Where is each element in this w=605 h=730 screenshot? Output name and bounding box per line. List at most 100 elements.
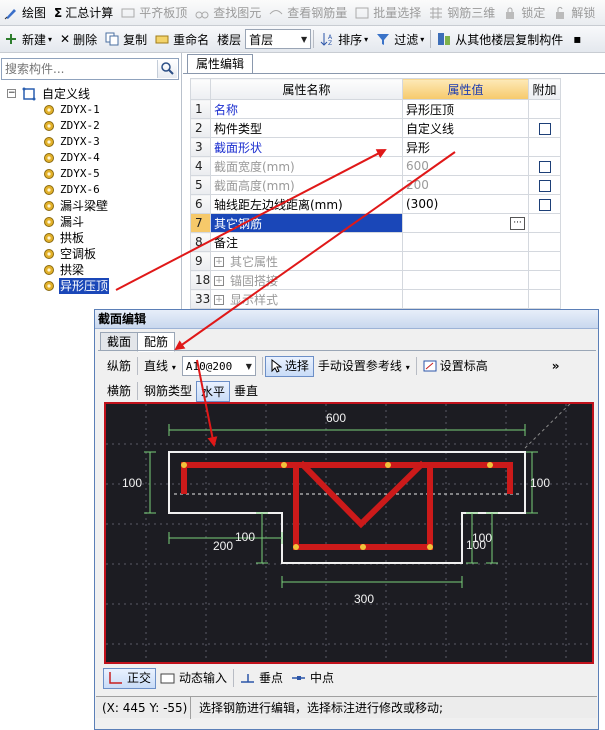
extra-checkbox[interactable] [538, 198, 551, 211]
section-canvas[interactable]: 600 100 100 300 200 100 100 100 [104, 402, 594, 664]
expand-icon[interactable]: + [214, 295, 224, 305]
property-value-cell[interactable]: 异形 [402, 137, 529, 157]
tree-item[interactable]: ZDYX-4 [0, 150, 180, 166]
status-message: 选择钢筋进行编辑，选择标注进行修改或移动; [199, 701, 444, 715]
tree-item[interactable]: 漏斗 [0, 214, 180, 230]
tab-reinforcement[interactable]: 配筋 [137, 332, 176, 352]
set-elevation-button[interactable]: 设置标高 [419, 356, 492, 377]
property-row[interactable]: 33 + 显示样式 [190, 289, 561, 309]
expand-icon[interactable]: + [214, 276, 224, 286]
find-element-button[interactable]: 查找图元 [191, 2, 265, 24]
ellipsis-button[interactable]: ··· [510, 217, 525, 230]
search-button[interactable] [157, 60, 177, 78]
manual-reference-button[interactable]: 手动设置参考线 ▾ [314, 356, 414, 377]
tree-item[interactable]: 拱板 [0, 230, 180, 246]
tab-section[interactable]: 截面 [100, 332, 139, 351]
tree-item[interactable]: ZDYX-6 [0, 182, 180, 198]
perpendicular-button[interactable]: 垂点 [236, 668, 287, 689]
property-value-cell[interactable]: 200 [402, 175, 529, 195]
property-row[interactable]: 5 截面高度(mm) 200 [190, 175, 561, 195]
property-row[interactable]: 1 名称 异形压顶 [190, 99, 561, 119]
row-number: 8 [190, 232, 211, 252]
tab-property-edit[interactable]: 属性编辑 [187, 54, 254, 74]
property-name: 构件类型 [214, 121, 263, 136]
dynamic-input-button[interactable]: 动态输入 [156, 668, 231, 689]
property-row[interactable]: 3 截面形状 异形 [190, 137, 561, 157]
ortho-icon [109, 672, 122, 684]
chevron-down-icon: ▼ [245, 361, 252, 371]
property-value-cell[interactable]: (300) [402, 194, 529, 214]
new-button[interactable]: 新建 ▾ [0, 28, 56, 50]
select-button[interactable]: 选择 [264, 355, 314, 377]
property-value-cell[interactable]: 600 [402, 156, 529, 176]
delete-button[interactable]: ✕ 删除 [56, 28, 101, 50]
sort-button[interactable]: AZ 排序 ▾ [316, 28, 372, 50]
floor-select[interactable]: 首层 ▼ [245, 29, 312, 49]
tree-item-label: ZDYX-2 [60, 119, 100, 132]
midpoint-button[interactable]: 中点 [287, 668, 338, 689]
property-row[interactable]: 2 构件类型 自定义线 [190, 118, 561, 138]
line-type-select[interactable]: 直线 ▾ [140, 356, 180, 377]
property-row[interactable]: 4 截面宽度(mm) 600 [190, 156, 561, 176]
batch-select-button[interactable]: 批量选择 [351, 2, 425, 24]
longitudinal-button[interactable]: 纵筋 [103, 356, 135, 377]
property-row[interactable]: 7 其它钢筋 ··· [190, 213, 561, 233]
expand-icon[interactable]: + [214, 257, 224, 267]
rebar-type-button[interactable]: 钢筋类型 [140, 381, 196, 402]
rebar-3d-button[interactable]: 钢筋三维 [425, 2, 499, 24]
draw-button[interactable]: 绘图 [0, 2, 50, 24]
sum-button[interactable]: Σ 汇总计算 [50, 2, 117, 24]
lock-button[interactable]: 锁定 [499, 2, 549, 24]
tree-item[interactable]: 空调板 [0, 246, 180, 262]
extra-checkbox[interactable] [538, 179, 551, 192]
row-number: 4 [190, 156, 211, 176]
unlock-button[interactable]: 解锁 [549, 2, 599, 24]
collapse-icon[interactable]: − [7, 89, 16, 98]
tree-item[interactable]: ZDYX-2 [0, 118, 180, 134]
tree-item[interactable]: 漏斗梁壁 [0, 198, 180, 214]
level-board-button[interactable]: 平齐板顶 [117, 2, 191, 24]
property-row[interactable]: 6 轴线距左边线距离(mm) (300) [190, 194, 561, 214]
tree-root[interactable]: − 自定义线 [0, 86, 180, 102]
tree-item[interactable]: ZDYX-5 [0, 166, 180, 182]
view-rebar-button[interactable]: 查看钢筋量 [265, 2, 351, 24]
vertical-button[interactable]: 垂直 [230, 381, 262, 402]
property-value-cell[interactable]: 异形压顶 [402, 99, 529, 119]
dim-step-left-label: 200 [213, 539, 233, 553]
property-row[interactable]: 9 + 其它属性 [190, 251, 561, 271]
tree-item[interactable]: 异形压顶 [0, 278, 180, 294]
property-value-cell[interactable] [402, 270, 529, 290]
extra-checkbox[interactable] [538, 160, 551, 173]
property-value-cell[interactable]: ··· [402, 213, 529, 233]
property-row[interactable]: 18 + 锚固搭接 [190, 270, 561, 290]
property-value-cell[interactable] [402, 289, 529, 309]
property-name-cell: + 锚固搭接 [210, 270, 403, 290]
search-input[interactable] [2, 59, 152, 79]
horizontal-button[interactable]: 水平 [196, 380, 231, 402]
tree-item[interactable]: 拱梁 [0, 262, 180, 278]
property-name: 显示样式 [230, 292, 279, 307]
property-value-cell[interactable] [402, 251, 529, 271]
copy-from-floor-button[interactable]: 从其他楼层复制构件 [433, 28, 567, 50]
property-name: 备注 [214, 235, 239, 250]
property-value-cell[interactable] [402, 232, 529, 252]
lock-icon [503, 6, 518, 20]
copy-button[interactable]: 复制 [101, 28, 151, 50]
ortho-button[interactable]: 正交 [103, 667, 157, 689]
extra-checkbox[interactable] [538, 122, 551, 135]
component-gear-icon [43, 280, 55, 292]
tree-item[interactable]: ZDYX-3 [0, 134, 180, 150]
property-extra-cell [528, 156, 561, 176]
property-row[interactable]: 8 备注 [190, 232, 561, 252]
tree-item[interactable]: ZDYX-1 [0, 102, 180, 118]
property-name-cell: 截面高度(mm) [210, 175, 403, 195]
transverse-button[interactable]: 横筋 [103, 381, 135, 402]
rename-button[interactable]: 重命名 [151, 28, 213, 50]
draw-label: 绘图 [22, 6, 47, 20]
overflow-chevron-icon[interactable]: » [552, 359, 560, 373]
filter-button[interactable]: 过滤 ▾ [372, 28, 428, 50]
property-value-cell[interactable]: 自定义线 [402, 118, 529, 138]
rebar-spec-select[interactable]: A10@200 ▼ [181, 356, 256, 376]
property-name: 其它钢筋 [214, 216, 263, 231]
more-icon[interactable]: ▪ [573, 32, 581, 46]
